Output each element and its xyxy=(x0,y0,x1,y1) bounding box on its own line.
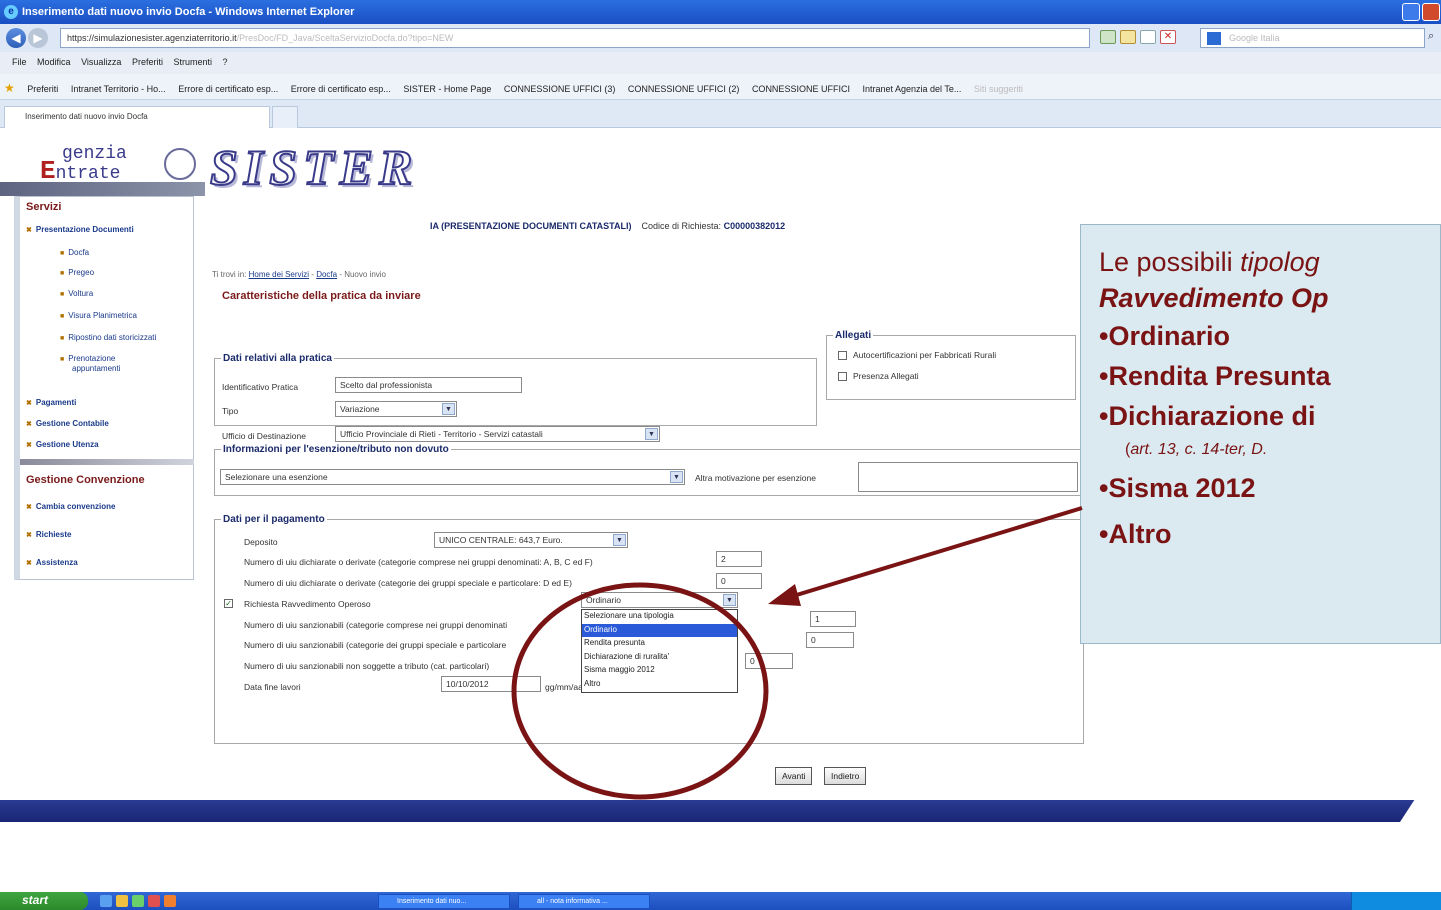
taskbar: start Inserimento dati nuo... all - nota… xyxy=(0,892,1441,910)
quicklaunch-ie-icon[interactable] xyxy=(100,895,112,907)
quicklaunch-app-icon[interactable] xyxy=(132,895,144,907)
start-button[interactable]: start xyxy=(0,892,88,910)
quicklaunch-app-icon[interactable] xyxy=(148,895,160,907)
arrow-head xyxy=(768,584,801,606)
quicklaunch-folder-icon[interactable] xyxy=(116,895,128,907)
system-tray xyxy=(1351,892,1441,910)
taskbar-item-ie[interactable]: Inserimento dati nuo... xyxy=(378,894,510,909)
annotation-overlay xyxy=(511,506,1083,800)
callout-arrow xyxy=(789,506,1083,599)
taskbar-item-nota[interactable]: all - nota informativa ... xyxy=(518,894,650,909)
screen: e Inserimento dati nuovo invio Docfa - W… xyxy=(0,0,1441,910)
highlight-circle xyxy=(511,582,769,800)
quicklaunch-app-icon[interactable] xyxy=(164,895,176,907)
